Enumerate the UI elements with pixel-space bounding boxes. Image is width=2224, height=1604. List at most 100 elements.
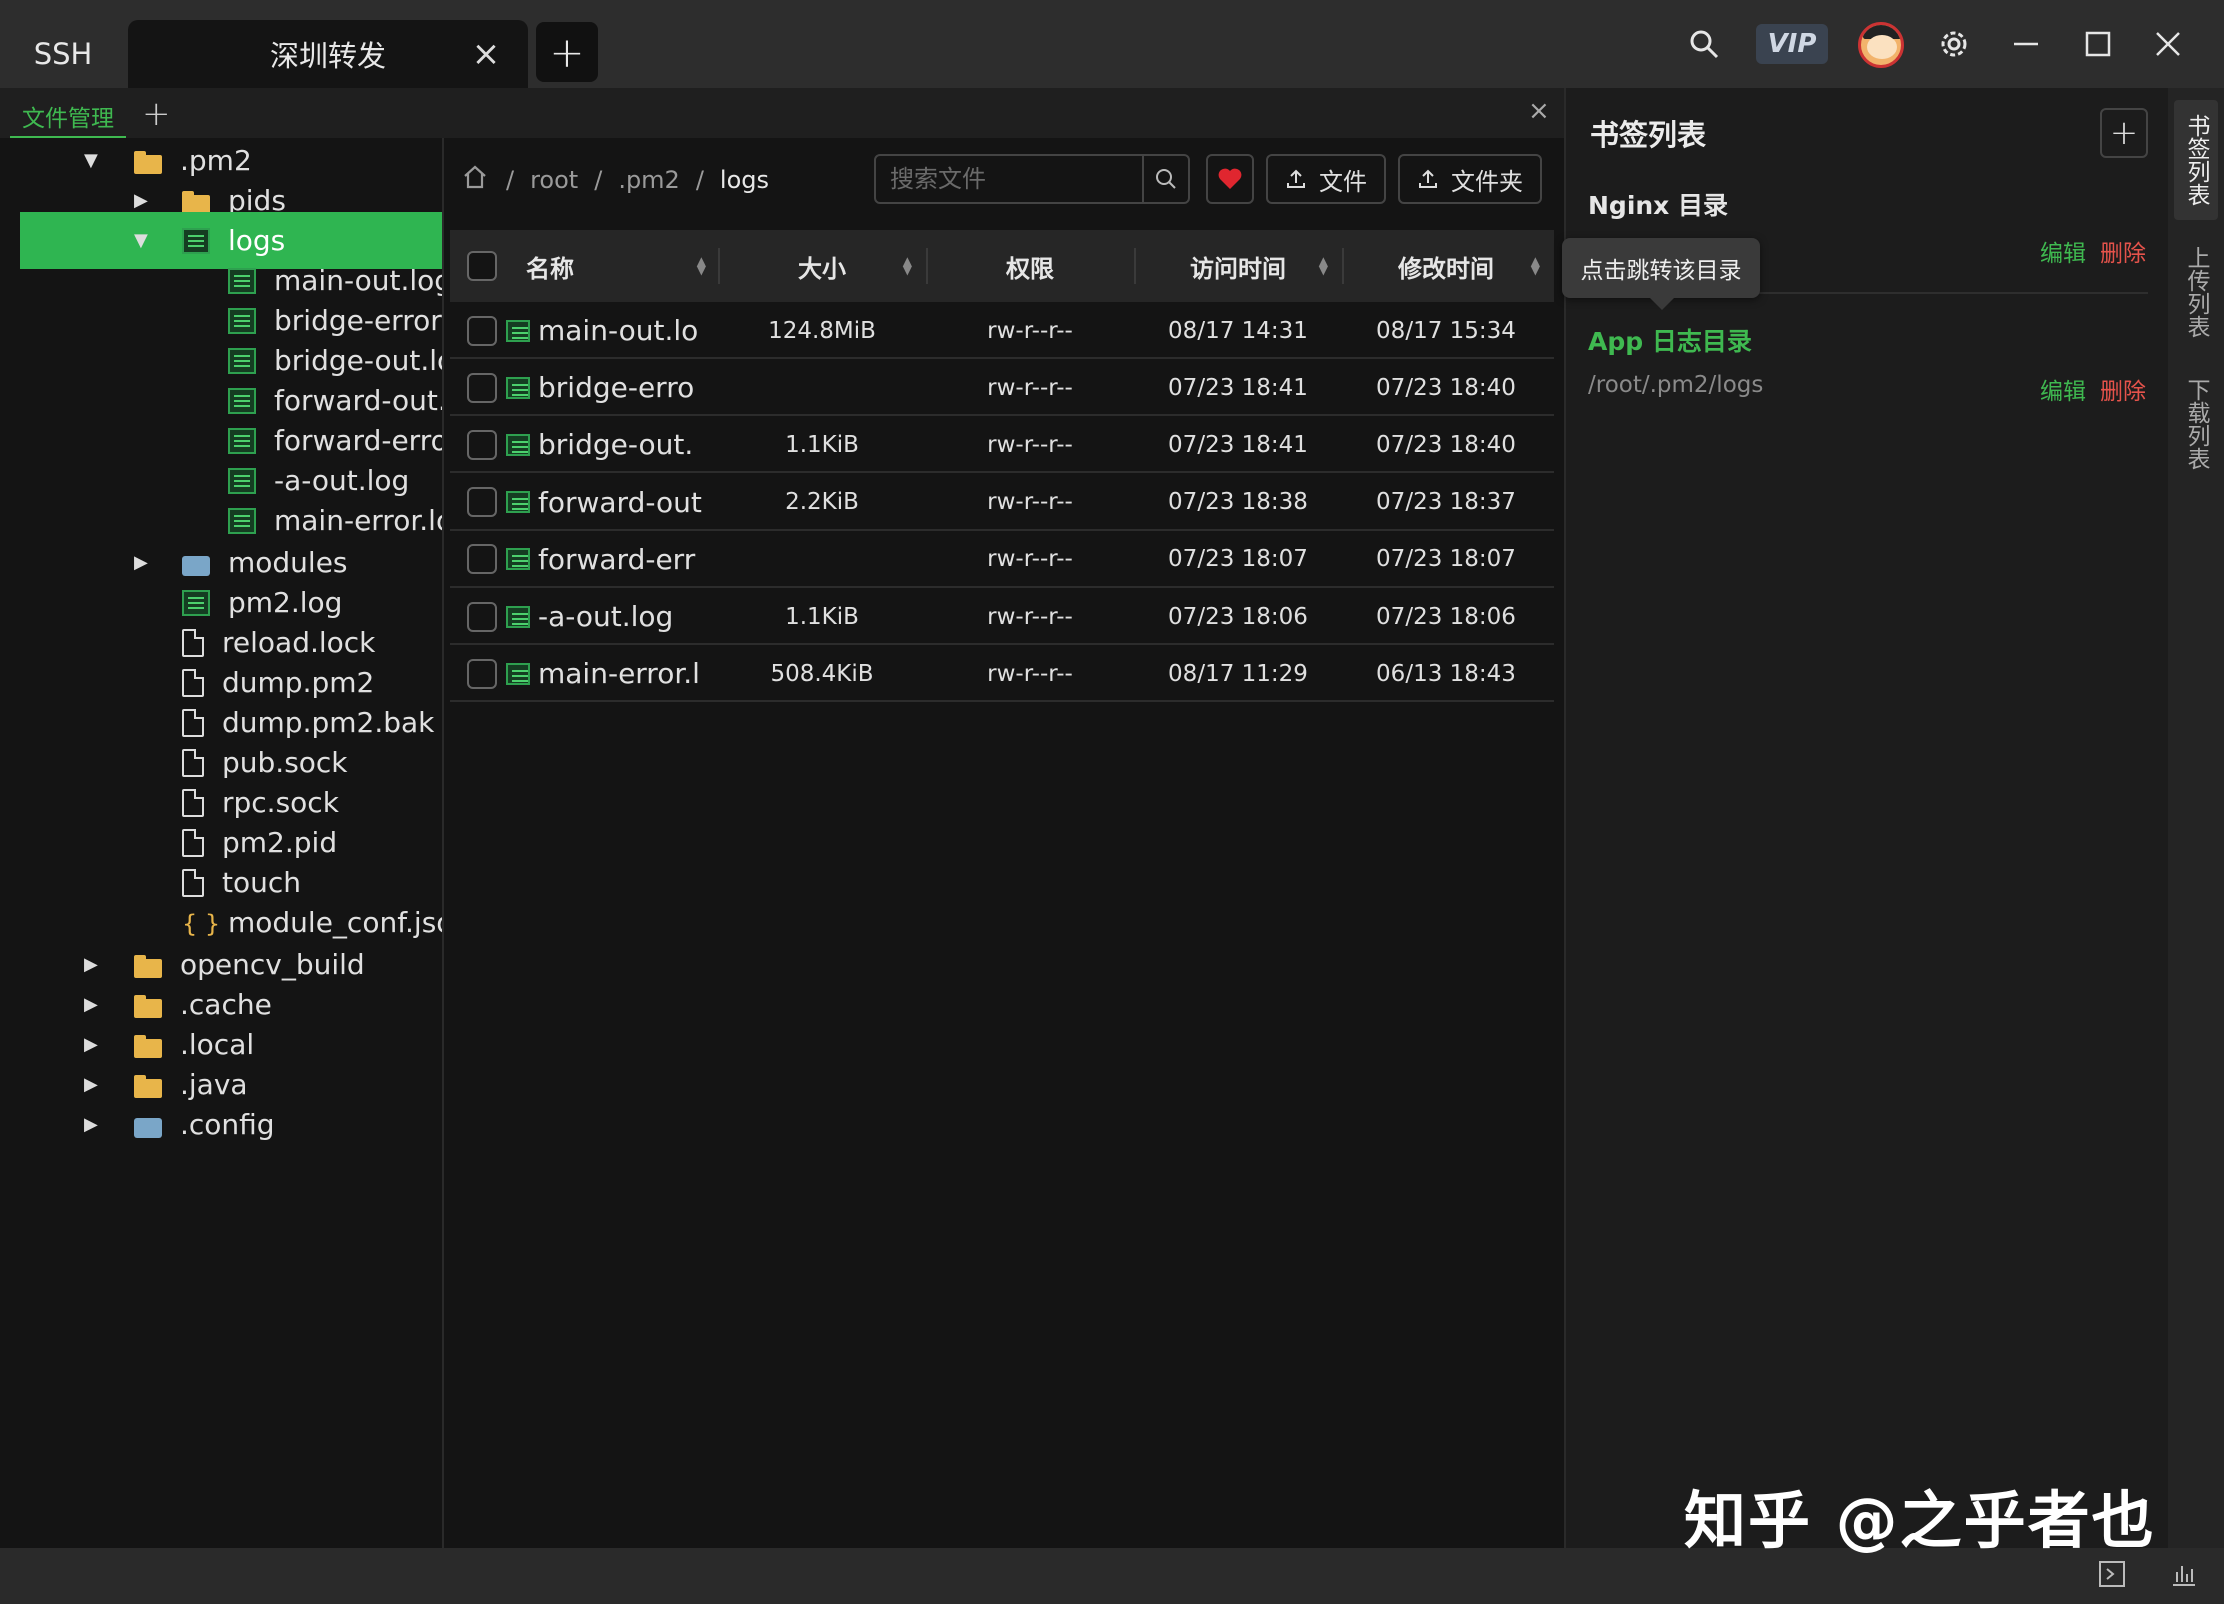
checkbox-cell — [462, 359, 502, 416]
tooltip: 点击跳转该目录 — [1562, 238, 1760, 310]
bookmark-delete-link[interactable]: 删除 — [2100, 234, 2146, 268]
add-bookmark-button[interactable]: + — [2100, 108, 2148, 158]
search-icon[interactable] — [1142, 156, 1188, 202]
row-checkbox[interactable] — [467, 601, 497, 632]
row-checkbox[interactable] — [467, 372, 497, 403]
col-mtime[interactable]: 修改时间 ▲ ▼ — [1346, 230, 1546, 302]
col-name[interactable]: 名称 ▲ ▼ — [526, 230, 706, 302]
chevron-down-icon[interactable]: ▼ — [134, 230, 148, 251]
chevron-right-icon[interactable]: ▶ — [84, 1074, 98, 1095]
bookmark-name[interactable]: App 日志目录 — [1588, 322, 1752, 358]
upload-file-button[interactable]: 文件 — [1266, 154, 1386, 204]
cell-atime-text: 07/23 18:41 — [1168, 374, 1308, 401]
tree-item-label: .config — [180, 1108, 275, 1141]
row-checkbox[interactable] — [467, 429, 497, 460]
col-atime-label: 访问时间 — [1190, 254, 1286, 283]
chart-icon[interactable] — [2170, 1560, 2198, 1592]
col-atime[interactable]: 访问时间 ▲ ▼ — [1138, 230, 1338, 302]
modules-folder-icon — [182, 550, 210, 576]
tree-item[interactable]: ▶ .config — [0, 1096, 442, 1153]
cell-name: forward-out — [506, 474, 706, 531]
add-tab-button[interactable]: + — [536, 22, 598, 82]
select-all-checkbox[interactable] — [462, 230, 502, 302]
close-panel-icon[interactable]: × — [1528, 96, 1550, 126]
file-icon — [182, 828, 204, 857]
breadcrumb-item[interactable]: .pm2 — [618, 166, 680, 194]
gear-icon[interactable] — [1934, 22, 1974, 66]
cell-atime: 07/23 18:41 — [1138, 359, 1338, 416]
chevron-right-icon[interactable]: ▶ — [134, 190, 148, 211]
col-perm-label: 权限 — [1006, 254, 1054, 283]
cell-name: bridge-out. — [506, 416, 706, 473]
close-icon[interactable]: × — [464, 30, 508, 78]
vip-badge[interactable]: VIP — [1756, 24, 1828, 64]
side-tab-strip: 书签列表 上传列表 下载列表 — [2168, 88, 2224, 1548]
chevron-right-icon[interactable]: ▶ — [84, 1114, 98, 1135]
cell-atime: 07/23 18:07 — [1138, 531, 1338, 588]
breadcrumb-item[interactable]: root — [530, 166, 578, 194]
cell-name: bridge-erro — [506, 359, 706, 416]
upload-file-label: 文件 — [1319, 167, 1367, 196]
window-close-icon[interactable] — [2148, 22, 2188, 66]
config-folder-icon — [134, 1112, 162, 1138]
row-checkbox[interactable] — [467, 544, 497, 575]
file-icon — [182, 668, 204, 697]
chevron-down-icon[interactable]: ▼ — [84, 150, 98, 171]
chevron-right-icon[interactable]: ▶ — [84, 994, 98, 1015]
row-checkbox[interactable] — [467, 658, 497, 689]
cell-mtime: 08/17 15:34 — [1346, 302, 1546, 359]
side-tab-downloads[interactable]: 下载列表 — [2174, 364, 2218, 484]
file-icon — [182, 868, 204, 897]
json-file-icon: { } — [182, 909, 221, 938]
bookmark-edit-link[interactable]: 编辑 — [2040, 234, 2086, 268]
row-checkbox[interactable] — [467, 487, 497, 518]
sort-icon[interactable]: ▲ ▼ — [903, 255, 912, 276]
upload-folder-button[interactable]: 文件夹 — [1398, 154, 1542, 204]
table-row[interactable]: bridge-out. 1.1KiB rw-r--r-- 07/23 18:41 07/… — [450, 416, 1554, 474]
avatar[interactable] — [1858, 22, 1904, 68]
cell-perm-text: rw-r--r-- — [987, 603, 1073, 630]
bookmark-name[interactable]: Nginx 目录 — [1588, 186, 1728, 222]
home-icon[interactable] — [462, 164, 488, 196]
bookmark-path[interactable]: /root/.pm2/logs — [1588, 372, 1763, 398]
cell-size-text: 1.1KiB — [785, 431, 859, 458]
favorite-button[interactable] — [1206, 154, 1254, 204]
file-list-panel: / root / .pm2 / logs 文件 文件夹 名称 ▲▼ 大小 ▲▼ — [446, 138, 1564, 1548]
tab-ssh[interactable]: SSH — [0, 20, 126, 88]
sort-icon[interactable]: ▲ ▼ — [1319, 255, 1328, 276]
tab-session[interactable]: 深圳转发 × — [128, 20, 528, 88]
table-row[interactable]: forward-err rw-r--r-- 07/23 18:07 07/23 18:… — [450, 531, 1554, 588]
col-size[interactable]: 大小 ▲ ▼ — [722, 230, 922, 302]
bookmark-delete-link[interactable]: 删除 — [2100, 372, 2146, 406]
cell-mtime-text: 08/17 15:34 — [1376, 317, 1516, 344]
cell-name-text: bridge-out. — [538, 428, 694, 462]
row-checkbox[interactable] — [467, 315, 497, 346]
cell-perm: rw-r--r-- — [930, 588, 1130, 645]
chevron-right-icon[interactable]: ▶ — [84, 954, 98, 975]
sort-icon[interactable]: ▲ ▼ — [1531, 255, 1540, 276]
table-row[interactable]: forward-out 2.2KiB rw-r--r-- 07/23 18:38 07/… — [450, 474, 1554, 531]
maximize-icon[interactable] — [2078, 22, 2118, 66]
log-file-icon — [506, 491, 530, 514]
add-subtab-button[interactable]: + — [142, 94, 171, 134]
side-tab-uploads[interactable]: 上传列表 — [2174, 232, 2218, 352]
table-row[interactable]: main-out.lo 124.8MiB rw-r--r-- 08/17 14:31 0… — [450, 302, 1554, 359]
log-folder-icon — [182, 227, 210, 254]
cell-mtime: 06/13 18:43 — [1346, 645, 1546, 702]
table-row[interactable]: main-error.l 508.4KiB rw-r--r-- 08/17 11:29… — [450, 645, 1554, 703]
sort-icon[interactable]: ▲ ▼ — [697, 255, 706, 276]
search-icon[interactable] — [1684, 22, 1724, 66]
minimize-icon[interactable] — [2006, 22, 2046, 66]
side-tab-bookmarks[interactable]: 书签列表 — [2174, 100, 2218, 220]
cell-size — [722, 531, 922, 588]
bookmark-edit-link[interactable]: 编辑 — [2040, 372, 2086, 406]
table-row[interactable]: -a-out.log 1.1KiB rw-r--r-- 07/23 18:06 07/2… — [450, 588, 1554, 645]
cell-size-text: 508.4KiB — [770, 660, 874, 687]
terminal-icon[interactable] — [2098, 1560, 2126, 1592]
chevron-right-icon[interactable]: ▶ — [134, 552, 148, 573]
chevron-right-icon[interactable]: ▶ — [84, 1034, 98, 1055]
table-row[interactable]: bridge-erro rw-r--r-- 07/23 18:41 07/23 18:… — [450, 359, 1554, 417]
cell-atime: 08/17 14:31 — [1138, 302, 1338, 359]
search-input[interactable] — [876, 156, 1146, 202]
tab-file-manager[interactable]: 文件管理 — [10, 96, 126, 138]
